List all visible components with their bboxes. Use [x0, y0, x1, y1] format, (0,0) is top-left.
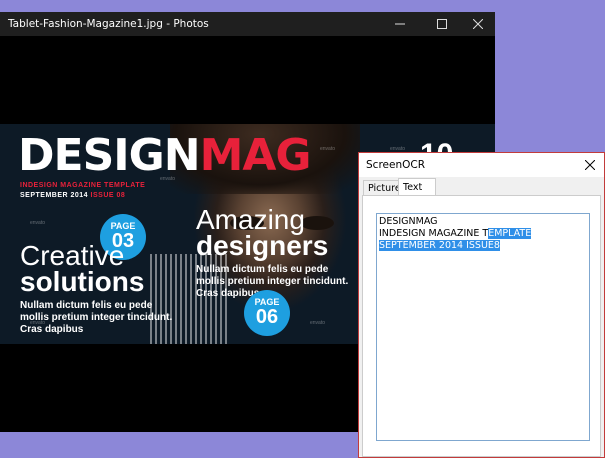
close-button[interactable]: [459, 12, 497, 36]
watermark: envato: [160, 176, 176, 182]
eye-right: [300, 216, 334, 230]
tab-text[interactable]: Text: [398, 178, 436, 196]
magazine-logo: DESIGNMAG: [18, 130, 312, 181]
screenocr-window-title: ScreenOCR: [366, 159, 425, 171]
selected-text: EMPLATE: [488, 228, 532, 239]
tab-panel: DESIGNMAG INDESIGN MAGAZINE TEMPLATE SEP…: [362, 195, 601, 457]
watermark: envato: [320, 146, 336, 152]
magazine-subtitle: INDESIGN MAGAZINE TEMPLATE: [20, 182, 146, 189]
photos-window-title: Tablet-Fashion-Magazine1.jpg - Photos: [8, 18, 209, 30]
maximize-icon: [437, 19, 447, 29]
minimize-button[interactable]: [381, 12, 419, 36]
screenocr-title-bar[interactable]: ScreenOCR: [359, 153, 604, 177]
magazine-issue-line: SEPTEMBER 2014 ISSUE 08: [20, 192, 126, 199]
left-body-text: Nullam dictum felis eu pede mollis preti…: [20, 300, 173, 335]
maximize-button[interactable]: [423, 12, 461, 36]
ocr-line-2: INDESIGN MAGAZINE TEMPLATE: [379, 228, 532, 239]
screenocr-window: ScreenOCR Picture Text DESIGNMAG INDESIG…: [358, 152, 605, 458]
photos-title-bar[interactable]: Tablet-Fashion-Magazine1.jpg - Photos: [0, 12, 495, 36]
selected-text: SEPTEMBER 2014 ISSUE8: [379, 240, 500, 251]
watermark: envato: [30, 320, 46, 326]
left-heading-2: solutions: [20, 266, 145, 297]
close-icon: [473, 19, 483, 29]
watermark: envato: [30, 220, 46, 226]
ocr-line-3: SEPTEMBER 2014 ISSUE8: [379, 240, 587, 252]
ocr-line-1: DESIGNMAG: [379, 216, 438, 227]
watermark: envato: [310, 320, 326, 326]
screenocr-close-button[interactable]: [580, 155, 600, 175]
close-icon: [585, 160, 595, 170]
page-badge-06: PAGE 06: [244, 290, 290, 336]
ocr-text-area[interactable]: DESIGNMAG INDESIGN MAGAZINE TEMPLATE SEP…: [376, 213, 590, 441]
right-heading-2: designers: [196, 230, 329, 261]
minimize-icon: [395, 23, 405, 25]
